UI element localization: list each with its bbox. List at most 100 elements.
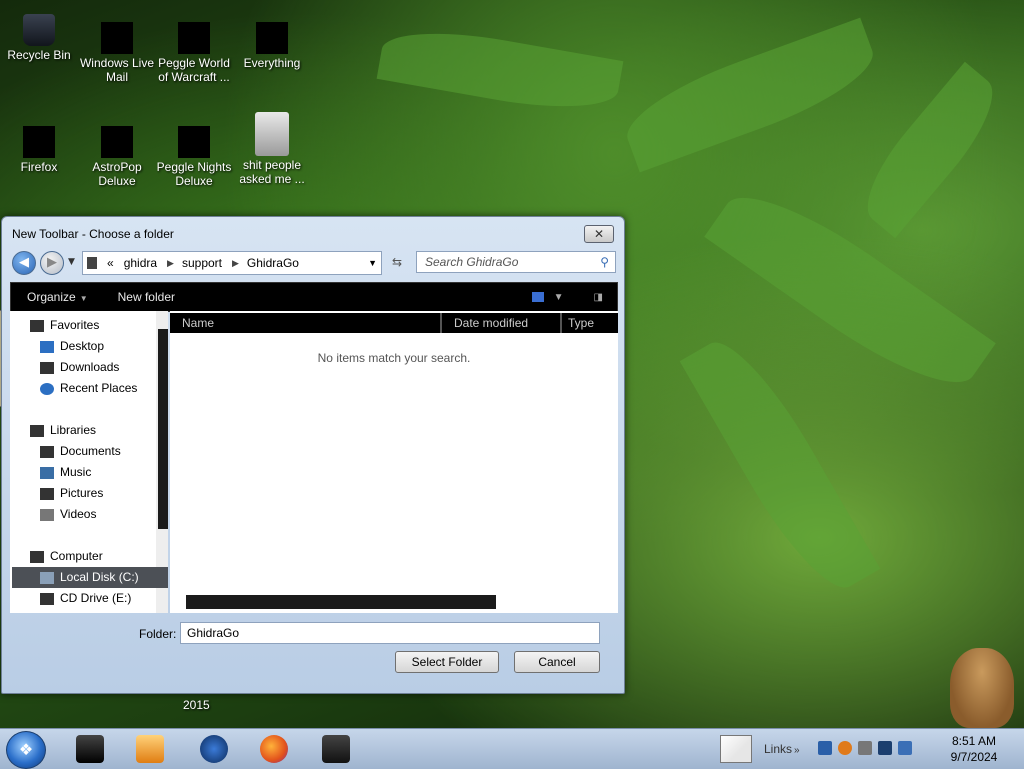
- system-tray: [818, 741, 912, 755]
- drive-icon: [40, 571, 54, 584]
- back-button[interactable]: ◀: [12, 251, 36, 275]
- taskbar: ❖ Links» 8:51 AM 9/7/2024: [0, 728, 1024, 769]
- navigation-pane: Favorites Desktop Downloads Recent Place…: [10, 311, 168, 613]
- chevron-double-right-icon[interactable]: »: [794, 745, 800, 756]
- clock[interactable]: 8:51 AM 9/7/2024: [944, 733, 1004, 765]
- desktop-icon-label: Windows Live Mail: [79, 56, 155, 84]
- nav-item-favorites[interactable]: Favorites: [30, 315, 168, 336]
- desktop-icon-label: AstroPop Deluxe: [92, 160, 142, 188]
- chevron-right-icon[interactable]: ▶: [232, 258, 239, 269]
- desktop-text: 2015: [183, 698, 210, 712]
- desktop-icon-astropop[interactable]: AstroPop Deluxe: [79, 126, 155, 188]
- nav-label: Videos: [60, 507, 97, 521]
- breadcrumb-overflow[interactable]: «: [107, 256, 114, 270]
- nav-item-documents[interactable]: Documents: [40, 441, 168, 462]
- window-taskbar-icon[interactable]: [322, 735, 350, 763]
- firefox-taskbar-icon[interactable]: [260, 735, 288, 763]
- tray-icon-1[interactable]: [818, 741, 832, 755]
- nav-item-downloads[interactable]: Downloads: [40, 357, 168, 378]
- new-folder-button[interactable]: New folder: [118, 290, 175, 304]
- refresh-button[interactable]: ⇆: [392, 255, 402, 269]
- column-header-row: Name Date modified Type: [170, 313, 618, 333]
- refresh-icon: ⇆: [392, 255, 403, 269]
- globe-taskbar-icon[interactable]: [200, 735, 228, 763]
- folder-name-input[interactable]: GhidraGo: [180, 622, 600, 644]
- nav-item-recent-places[interactable]: Recent Places: [40, 378, 168, 399]
- column-header-date-modified[interactable]: Date modified: [442, 313, 562, 333]
- start-button[interactable]: ❖: [6, 731, 46, 769]
- pictures-icon: [40, 487, 54, 500]
- nav-item-pictures[interactable]: Pictures: [40, 483, 168, 504]
- videos-icon: [40, 508, 54, 521]
- desktop-icon-everything[interactable]: Everything: [234, 22, 310, 70]
- nav-item-libraries[interactable]: Libraries: [30, 420, 168, 441]
- recent-locations-dropdown[interactable]: ▼: [68, 257, 75, 267]
- desktop-icon-label: shit people asked me ...: [239, 158, 305, 186]
- view-mode-icon[interactable]: [531, 292, 544, 302]
- nav-item-videos[interactable]: Videos: [40, 504, 168, 525]
- nav-item-computer[interactable]: Computer: [30, 546, 168, 567]
- nav-item-local-disk[interactable]: Local Disk (C:): [12, 567, 168, 588]
- desktop-icon-peggle-wow[interactable]: Peggle World of Warcraft ...: [156, 22, 232, 84]
- breadcrumb-item-ghidrago[interactable]: GhidraGo: [247, 256, 299, 270]
- select-folder-button[interactable]: Select Folder: [395, 651, 499, 673]
- breadcrumb-item-support[interactable]: support: [182, 256, 222, 270]
- desktop-icon-windows-live-mail[interactable]: Windows Live Mail: [79, 22, 155, 84]
- chevron-down-icon[interactable]: ▼: [368, 258, 377, 268]
- astropop-icon: [101, 126, 133, 158]
- wallpaper-leaf: [849, 61, 1011, 239]
- media-player-taskbar-icon[interactable]: [136, 735, 164, 763]
- peggle-wow-icon: [178, 22, 210, 54]
- search-icon[interactable]: ⚲: [600, 255, 609, 269]
- recycle-bin-icon: [23, 14, 55, 46]
- desktop-icon-folder[interactable]: shit people asked me ...: [234, 112, 310, 186]
- column-header-type[interactable]: Type: [562, 313, 618, 333]
- horizontal-scrollbar-thumb[interactable]: [186, 595, 496, 609]
- nav-item-cd-drive[interactable]: CD Drive (E:): [40, 588, 168, 609]
- desktop-icon-peggle-nights[interactable]: Peggle Nights Deluxe: [156, 126, 232, 188]
- libraries-icon: [30, 424, 44, 437]
- nav-label: Downloads: [60, 360, 120, 374]
- search-input[interactable]: Search GhidraGo ⚲: [416, 251, 616, 273]
- nav-label: Favorites: [50, 318, 100, 332]
- choose-folder-dialog: New Toolbar - Choose a folder ✕ ◀ ▶ ▼ « …: [1, 216, 625, 694]
- address-bar[interactable]: « ghidra ▶ support ▶ GhidraGo ▼: [82, 251, 382, 275]
- desktop-icon-firefox[interactable]: Firefox: [1, 126, 77, 174]
- desktop-icon-recycle-bin[interactable]: Recycle Bin: [1, 14, 77, 62]
- nav-label: Local Disk (C:): [60, 570, 139, 584]
- organize-button[interactable]: Organize ▼: [27, 290, 88, 304]
- breadcrumb-item-ghidra[interactable]: ghidra: [124, 256, 157, 270]
- empty-message: No items match your search.: [317, 351, 471, 365]
- gopher-desktop-gadget[interactable]: [950, 648, 1014, 728]
- nav-label: Documents: [60, 444, 121, 458]
- music-icon: [40, 466, 54, 479]
- back-arrow-icon: ◀: [19, 255, 29, 270]
- nav-item-desktop[interactable]: Desktop: [40, 336, 168, 357]
- cancel-button[interactable]: Cancel: [514, 651, 600, 673]
- tray-monitor-icon[interactable]: [878, 741, 892, 755]
- taskbar-app-1[interactable]: [76, 735, 104, 763]
- documents-icon: [40, 445, 54, 458]
- tray-tools-icon[interactable]: [858, 741, 872, 755]
- column-header-name[interactable]: Name: [170, 313, 442, 333]
- desktop-icon-label: Everything: [243, 56, 301, 70]
- tray-search-icon[interactable]: [838, 741, 852, 755]
- desktop-icon-label: Recycle Bin: [7, 48, 71, 62]
- chevron-right-icon[interactable]: ▶: [167, 258, 174, 269]
- links-label: Links: [764, 742, 793, 756]
- nav-label: Music: [60, 465, 92, 479]
- input-panel-icon[interactable]: [720, 735, 752, 763]
- nav-item-music[interactable]: Music: [40, 462, 168, 483]
- volume-icon[interactable]: [898, 741, 912, 755]
- view-dropdown-icon[interactable]: ▼: [554, 292, 564, 303]
- column-label: Type: [568, 316, 595, 330]
- forward-button[interactable]: ▶: [40, 251, 64, 275]
- close-button[interactable]: ✕: [584, 225, 614, 243]
- search-placeholder: Search GhidraGo: [425, 255, 519, 269]
- new-folder-label: New folder: [117, 290, 175, 304]
- column-label: Date modified: [454, 316, 529, 330]
- forward-arrow-icon: ▶: [47, 255, 57, 270]
- links-toolbar[interactable]: Links»: [764, 742, 800, 756]
- clock-date: 9/7/2024: [950, 750, 998, 764]
- preview-pane-icon[interactable]: ◨: [594, 292, 603, 303]
